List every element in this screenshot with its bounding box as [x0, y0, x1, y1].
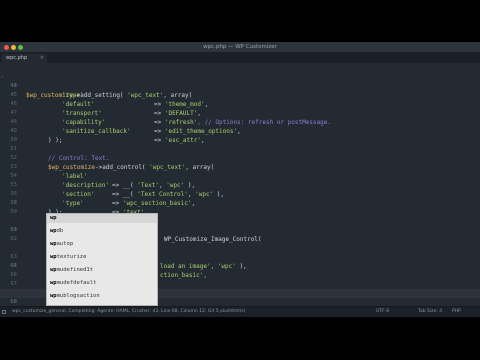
tab-bar: wpc.php ×: [0, 53, 480, 63]
tab-close-icon[interactable]: ×: [40, 54, 44, 63]
line-number: 65: [10, 263, 17, 269]
code-line: 50: [0, 127, 480, 143]
match-text: wp: [50, 228, 57, 234]
status-message: wpc_customize_general, Completing: Agent…: [12, 309, 246, 314]
autocomplete-item[interactable]: wpmublogsaction: [47, 292, 157, 301]
code-line: 56 'type' => 'text',: [0, 181, 480, 216]
line-number: 62: [10, 236, 17, 242]
tab-label: wpc.php: [6, 55, 28, 61]
line-number: 67: [10, 281, 17, 287]
line-number: 61: [10, 227, 17, 233]
syntax-indicator[interactable]: PHP: [452, 307, 461, 317]
code-line: 45 'default' => 'DEFAULT',: [0, 82, 480, 117]
autocomplete-item[interactable]: wptexturize: [47, 253, 157, 262]
status-bar: wpc_customize_general, Completing: Agent…: [0, 306, 480, 317]
line-number: 66: [10, 272, 17, 278]
code-line: 47 'capability' => 'edit_theme_options',: [0, 100, 480, 135]
title-bar: wpc.php — WP Customizer: [0, 42, 480, 53]
autocomplete-item[interactable]: wp: [47, 214, 157, 223]
line-number: 59: [10, 209, 17, 215]
completion-text: mudefdefault: [56, 280, 97, 286]
match-text: wp: [50, 241, 57, 247]
autocomplete-item[interactable]: wpdb: [47, 227, 157, 236]
match-text: wp: [50, 280, 57, 286]
editor-window: wpc.php — WP Customizer wpc.php × ▸ 43 $…: [0, 42, 480, 317]
code-line: 48 'sanitize_callback' => 'esc_attr',: [0, 109, 480, 144]
match-text: wp: [50, 215, 57, 221]
code-line: 46 'transport' => 'refresh', // Options:…: [0, 91, 480, 126]
autocomplete-item[interactable]: wpmudefdefault: [47, 279, 157, 288]
code-line: 55 'section' => 'wpc_section_basic',: [0, 172, 480, 207]
match-text: wp: [50, 293, 57, 299]
encoding-indicator[interactable]: UTF-8: [376, 307, 389, 317]
line-number: 58: [10, 200, 17, 206]
window-title: wpc.php — WP Customizer: [203, 44, 277, 50]
autocomplete-item[interactable]: wpmudefined1t: [47, 266, 157, 275]
code-line: 51 // Control: Text.: [0, 136, 480, 162]
tab-size-indicator[interactable]: Tab Size: 4: [418, 307, 442, 317]
completion-text: mudefined1t: [56, 267, 94, 273]
code-line: 54 'description' => __( 'Text Control', …: [0, 163, 480, 198]
code-line: 57 ) );: [0, 190, 480, 216]
panel-toggle-icon[interactable]: [2, 310, 6, 314]
completion-text: texturize: [56, 254, 87, 260]
code-line: 58: [0, 199, 480, 208]
autocomplete-popup: wp wpdb wpautop wptexturize wpmudefined1…: [46, 213, 158, 306]
autocomplete-item[interactable]: wpautop: [47, 240, 157, 249]
tab-wpc-php[interactable]: wpc.php ×: [2, 54, 47, 63]
code-line: 49 ) );: [0, 118, 480, 144]
completion-text: autop: [56, 241, 74, 247]
completion-text: db: [56, 228, 64, 234]
code-line: 44 'type' => 'theme_mod',: [0, 73, 480, 108]
code-editor[interactable]: ▸ 43 $wp_customize->add_setting( 'wpc_te…: [0, 64, 480, 315]
completion-text: mublogsaction: [56, 293, 100, 299]
match-text: wp: [50, 267, 57, 273]
code-line: 52 $wp_customize->add_control( 'wpc_text…: [0, 145, 480, 171]
code-line: ▸ 43 $wp_customize->add_setting( 'wpc_te…: [0, 64, 480, 99]
code-line: 53 'label' => __( 'Text', 'wpc' ),: [0, 154, 480, 189]
match-text: wp: [50, 254, 57, 260]
